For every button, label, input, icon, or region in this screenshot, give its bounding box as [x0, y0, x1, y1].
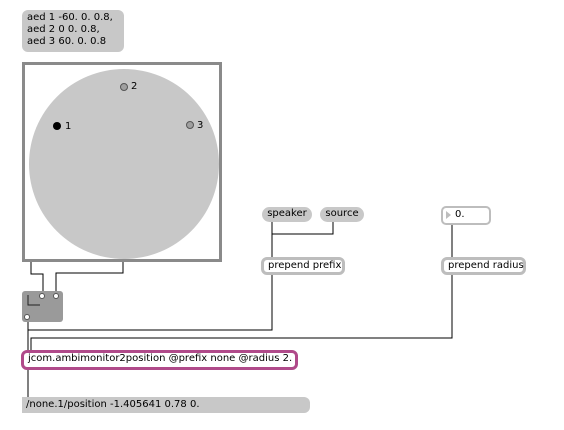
- speaker-3-label: 3: [197, 120, 204, 131]
- mini-ui-object[interactable]: [22, 291, 63, 322]
- radius-number-box[interactable]: 0.: [441, 206, 491, 225]
- monitor-disc[interactable]: [29, 69, 219, 259]
- mini-bracket-icon: [27, 295, 40, 306]
- speaker-1-label: 1: [65, 121, 72, 132]
- number-box-value: 0.: [455, 209, 465, 220]
- source-message[interactable]: source: [320, 207, 364, 222]
- ambimonitor2position-object[interactable]: jcom.ambimonitor2position @prefix none @…: [21, 350, 298, 370]
- speaker-3-dot[interactable]: [186, 121, 194, 129]
- speaker-message[interactable]: speaker: [262, 207, 312, 222]
- position-output-message[interactable]: /none.1/position -1.405641 0.78 0.: [22, 397, 310, 413]
- prepend-prefix-object[interactable]: prepend prefix: [261, 257, 345, 275]
- number-box-arrow-icon: [446, 211, 451, 219]
- speaker-2-dot[interactable]: [120, 83, 128, 91]
- aed-message[interactable]: aed 1 -60. 0. 0.8, aed 2 0 0. 0.8, aed 3…: [22, 10, 124, 52]
- speaker-1-dot[interactable]: [53, 122, 61, 130]
- ambimonitor-display[interactable]: 1 2 3: [22, 62, 222, 262]
- speaker-2-label: 2: [131, 81, 138, 92]
- prepend-radius-object[interactable]: prepend radius: [441, 257, 526, 275]
